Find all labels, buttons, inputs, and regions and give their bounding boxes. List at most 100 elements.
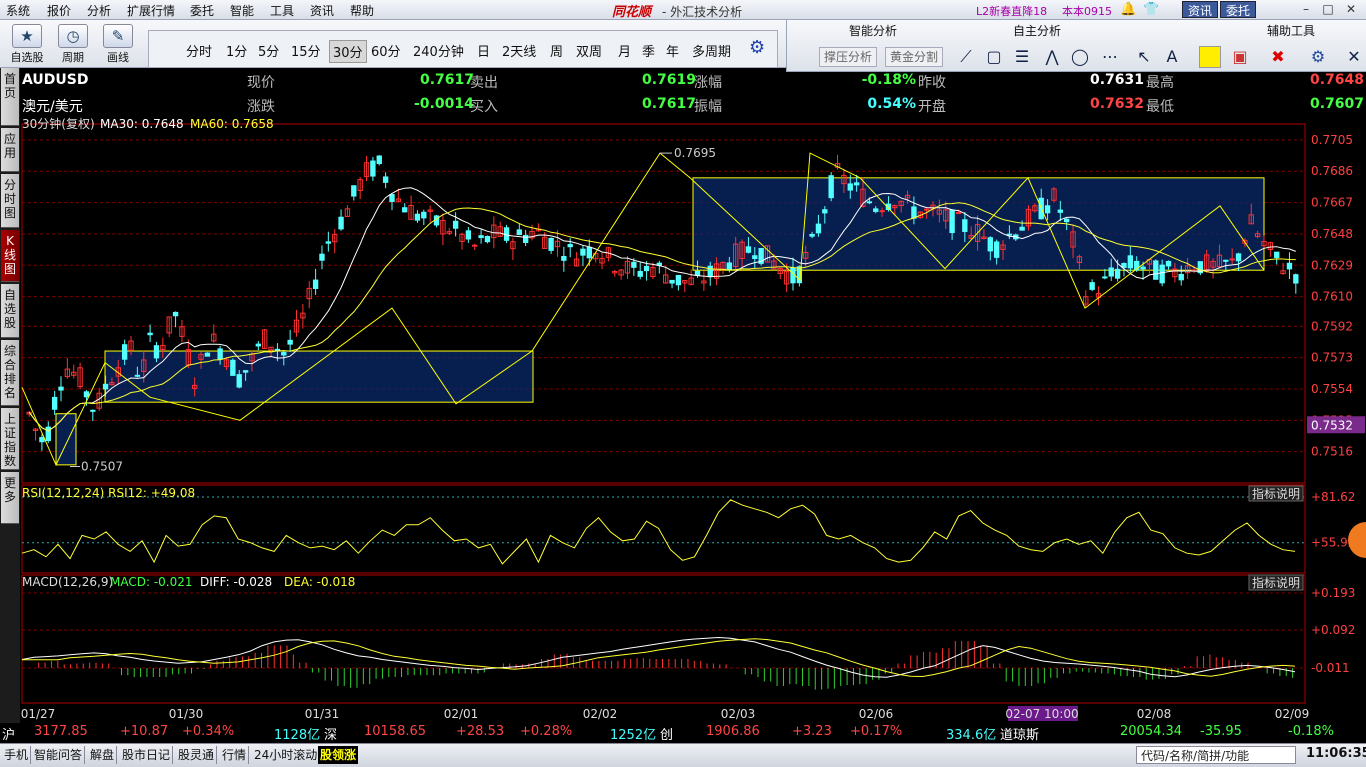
period-day[interactable]: 日 <box>474 40 493 61</box>
kline-chart[interactable]: 0.7705 0.7686 0.7667 0.7648 0.7629 0.7610 0.75… <box>0 68 1366 723</box>
candle-body <box>1006 233 1013 236</box>
bottom-mobile[interactable]: 手机 <box>2 746 32 764</box>
rsi-line <box>21 499 1296 565</box>
menu-item-smart[interactable]: 智能 <box>230 2 254 19</box>
aux-tools-header[interactable]: 辅助工具 <box>1267 22 1315 39</box>
bottom-24h-scroll[interactable]: 24小时滚动 <box>252 746 321 764</box>
period-quarter[interactable]: 季 <box>639 40 658 61</box>
cy-label: 创 <box>660 728 674 743</box>
bottom-commentary[interactable]: 解盘 <box>88 746 118 764</box>
minimize-icon[interactable]: – <box>1298 2 1314 17</box>
delete-icon[interactable]: ✖ <box>1267 46 1289 68</box>
period-tick[interactable]: 分时 <box>183 40 215 61</box>
candle-body <box>580 248 586 256</box>
self-analysis-header[interactable]: 自主分析 <box>1013 22 1061 39</box>
bottom-stock-link[interactable]: 股灵通 <box>176 746 218 764</box>
candle-body <box>382 176 389 183</box>
wave-tool-icon[interactable]: ⋀ <box>1041 46 1063 68</box>
news-button[interactable]: 资讯 <box>1182 1 1219 18</box>
period-month[interactable]: 月 <box>615 40 634 61</box>
period-30min[interactable]: 30分 <box>329 40 367 63</box>
rsi-help-button[interactable]: 指标说明 <box>1252 486 1300 501</box>
gear-icon[interactable]: ⚙ <box>749 37 765 58</box>
macd-help-button[interactable]: 指标说明 <box>1252 575 1300 590</box>
bell-icon[interactable]: 🔔 <box>1120 2 1136 17</box>
trade-button[interactable]: 委托 <box>1220 1 1257 18</box>
cy-change: +3.23 <box>792 724 832 739</box>
period-year[interactable]: 年 <box>663 40 682 61</box>
candle-body <box>58 386 64 391</box>
candle-body <box>39 437 45 443</box>
candle-body <box>230 359 236 376</box>
candle-body <box>389 194 395 203</box>
period-week[interactable]: 周 <box>547 40 566 61</box>
period-button[interactable]: ◷ 周期 <box>52 22 94 66</box>
fib-tool-icon[interactable]: ☰ <box>1011 46 1033 68</box>
menu-item-extended[interactable]: 扩展行情 <box>127 2 175 19</box>
support-resistance-button[interactable]: 撑压分析 <box>819 47 878 67</box>
menu-item-analysis[interactable]: 分析 <box>87 2 111 19</box>
color-swatch-icon[interactable] <box>1199 46 1221 68</box>
search-input[interactable]: 代码/名称/简拼/功能 <box>1136 746 1296 764</box>
menu-item-system[interactable]: 系统 <box>6 2 30 19</box>
bottom-quotes[interactable]: 行情 <box>220 746 250 764</box>
y-tick-label: 0.7648 <box>1311 227 1353 241</box>
golden-section-button[interactable]: 黄金分割 <box>885 47 944 67</box>
menu-item-tools[interactable]: 工具 <box>270 2 294 19</box>
candle-body <box>675 274 682 286</box>
more-icon[interactable]: ⋯ <box>1099 46 1121 68</box>
promo-link-2[interactable]: 本本0915 <box>1062 3 1112 19</box>
draw-line-button[interactable]: ✎ 画线 <box>97 22 139 66</box>
menu-item-trade[interactable]: 委托 <box>190 2 214 19</box>
candle-body <box>242 370 249 373</box>
float-badge[interactable] <box>1348 522 1366 558</box>
promo-link-1[interactable]: L2新春直降18 <box>976 3 1047 19</box>
candle-body <box>1121 263 1127 268</box>
candle-body <box>281 352 287 356</box>
text-tool-icon[interactable]: A <box>1161 46 1183 68</box>
candle-body <box>1159 264 1165 284</box>
period-15min[interactable]: 15分 <box>288 40 324 61</box>
menu-item-news[interactable]: 资讯 <box>310 2 334 19</box>
candle-body <box>1293 274 1299 284</box>
candle-body <box>1235 253 1242 262</box>
ellipse-tool-icon[interactable]: ◯ <box>1069 46 1091 68</box>
menu-item-help[interactable]: 帮助 <box>350 2 374 19</box>
line-tool-icon[interactable]: ⟋ <box>955 46 977 68</box>
period-biweek[interactable]: 双周 <box>573 40 605 61</box>
settings-gear-icon[interactable]: ⚙ <box>1307 46 1329 68</box>
period-60min[interactable]: 60分 <box>368 40 404 61</box>
pencil-icon: ✎ <box>103 24 133 48</box>
period-1min[interactable]: 1分 <box>223 40 250 61</box>
candle-body <box>822 209 828 214</box>
close-icon[interactable]: ✕ <box>1343 2 1359 17</box>
maximize-icon[interactable]: □ <box>1320 2 1336 17</box>
watchlist-label: 自选股 <box>10 51 44 64</box>
cy-volume: 334.6亿 <box>946 728 997 743</box>
rect-tool-icon[interactable]: ▢ <box>983 46 1005 68</box>
consolidation-box <box>55 413 77 466</box>
shirt-icon[interactable]: 👕 <box>1143 2 1159 17</box>
menu-item-quote[interactable]: 报价 <box>47 2 71 19</box>
watchlist-button[interactable]: ★ 自选股 <box>6 22 48 66</box>
candle-body <box>707 265 713 278</box>
bottom-smart-qa[interactable]: 智能问答 <box>32 746 86 764</box>
cursor-icon[interactable]: ↖ <box>1133 46 1155 68</box>
period-5min[interactable]: 5分 <box>255 40 282 61</box>
news-ticker[interactable]: 股领涨 <box>318 746 359 764</box>
period-2day[interactable]: 2天线 <box>499 40 539 61</box>
smart-analysis-header[interactable]: 智能分析 <box>849 22 897 39</box>
bottom-diary[interactable]: 股市日记 <box>120 746 174 764</box>
panel-close-icon[interactable]: ✕ <box>1343 46 1365 68</box>
diff-legend: DIFF: -0.028 <box>200 575 272 589</box>
candle-body <box>45 426 51 442</box>
period-multi[interactable]: 多周期 <box>689 40 734 61</box>
y-tick-label: 0.7592 <box>1311 319 1353 333</box>
candle-body <box>694 270 701 276</box>
bookmark-icon[interactable]: ▣ <box>1229 46 1251 68</box>
candle-body <box>637 270 643 277</box>
candle-body <box>1114 268 1121 279</box>
period-240min[interactable]: 240分钟 <box>410 40 467 61</box>
ma60-legend: MA60: 0.7658 <box>190 117 274 131</box>
candle-body <box>452 220 459 229</box>
